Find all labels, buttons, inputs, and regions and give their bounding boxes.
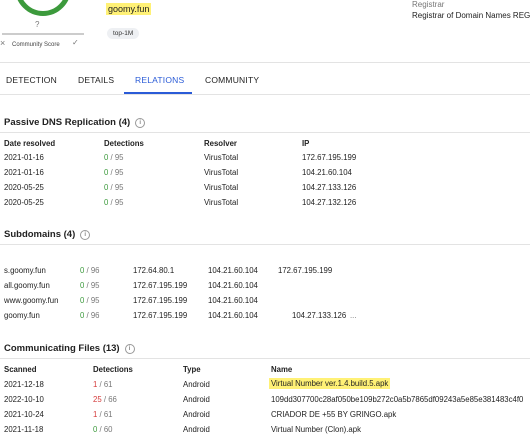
- row-file-link[interactable]: Virtual Number (Clon).apk: [271, 425, 361, 434]
- row-file-link[interactable]: Virtual Number ver.1.4.build.5.apk: [269, 378, 391, 389]
- row-detections: 1 / 61: [93, 410, 113, 419]
- row-date: 2022-10-10: [4, 395, 44, 404]
- row-resolver: VirusTotal: [204, 168, 239, 177]
- subdomain-detections: 0 / 95: [80, 281, 100, 290]
- col-detections: Detections: [93, 365, 133, 374]
- subdomain-detections: 0 / 96: [80, 311, 100, 320]
- registrar-label: Registrar: [412, 0, 445, 9]
- more-ips-button[interactable]: ...: [350, 311, 357, 320]
- col-resolver: Resolver: [204, 139, 237, 148]
- subdomains-title: Subdomains (4) i: [4, 229, 91, 240]
- subdomain-ip[interactable]: 104.21.60.104: [208, 266, 258, 275]
- row-file-link[interactable]: CRIADOR DE +55 BY GRINGO.apk: [271, 410, 396, 419]
- info-icon[interactable]: i: [80, 230, 91, 240]
- tag-top1m[interactable]: top-1M: [107, 28, 140, 39]
- row-type: Android: [183, 410, 210, 419]
- score-label: Community Score: [12, 42, 60, 48]
- col-detections: Detections: [104, 139, 144, 148]
- row-date: 2021-01-16: [4, 153, 44, 162]
- subdomains-section: Subdomains (4) i s.goomy.fun 0 / 96 172.6…: [0, 224, 530, 324]
- registrar-value: Registrar of Domain Names REG: [412, 11, 530, 20]
- subdomain-ip[interactable]: 172.67.195.199: [133, 281, 187, 290]
- row-detections: 0 / 95: [104, 153, 124, 162]
- row-type: Android: [183, 380, 210, 389]
- col-date-resolved: Date resolved: [4, 139, 56, 148]
- row-ip-link[interactable]: 104.27.132.126: [302, 198, 356, 207]
- domain-name-text: goomy.fun: [106, 3, 152, 15]
- row-ip-link[interactable]: 104.21.60.104: [302, 168, 352, 177]
- communicating-files-title: Communicating Files (13) i: [4, 343, 135, 354]
- row-ip-link[interactable]: 172.67.195.199: [302, 153, 356, 162]
- subdomain-detections: 0 / 96: [80, 266, 100, 275]
- score-gauge: [15, 0, 71, 16]
- subdomain-detections: 0 / 95: [80, 296, 100, 305]
- subdomain-ip[interactable]: 104.27.133.126: [292, 311, 346, 320]
- row-date: 2021-10-24: [4, 410, 44, 419]
- subdomain-ip[interactable]: 104.21.60.104: [208, 281, 258, 290]
- communicating-files-section: Communicating Files (13) i Scanned Detect…: [0, 338, 530, 442]
- row-detections: 25 / 66: [93, 395, 117, 404]
- subdomain-ip[interactable]: 172.67.195.199: [278, 266, 332, 275]
- subdomain-ip[interactable]: 172.67.195.199: [133, 311, 187, 320]
- score-value: ?: [35, 20, 40, 29]
- score-bar: [2, 33, 84, 35]
- row-detections: 0 / 95: [104, 183, 124, 192]
- subdomain-link[interactable]: www.goomy.fun: [4, 296, 58, 305]
- subdomain-ip[interactable]: 104.21.60.104: [208, 311, 258, 320]
- tab-relations[interactable]: RELATIONS: [135, 75, 184, 85]
- row-date: 2021-12-18: [4, 380, 44, 389]
- tab-community[interactable]: COMMUNITY: [205, 75, 259, 85]
- row-resolver: VirusTotal: [204, 183, 239, 192]
- row-date: 2021-01-16: [4, 168, 44, 177]
- row-file-link[interactable]: 109dd307700c28af050be109b272c0a5b7865df0…: [271, 395, 530, 404]
- score-down-icon[interactable]: ×: [0, 38, 5, 48]
- info-icon[interactable]: i: [135, 118, 146, 128]
- row-type: Android: [183, 395, 210, 404]
- score-widget: ? × Community Score ✓: [0, 0, 90, 56]
- subdomain-link[interactable]: s.goomy.fun: [4, 266, 46, 275]
- tab-detection[interactable]: DETECTION: [6, 75, 57, 85]
- domain-name: goomy.fun: [106, 3, 152, 15]
- score-up-icon[interactable]: ✓: [72, 38, 79, 47]
- col-ip: IP: [302, 139, 310, 148]
- row-detections: 1 / 61: [93, 380, 113, 389]
- subdomain-ip[interactable]: 172.64.80.1: [133, 266, 174, 275]
- tab-details[interactable]: DETAILS: [78, 75, 114, 85]
- subdomain-ip[interactable]: 172.67.195.199: [133, 296, 187, 305]
- subdomain-link[interactable]: goomy.fun: [4, 311, 40, 320]
- row-ip-link[interactable]: 104.27.133.126: [302, 183, 356, 192]
- row-date: 2020-05-25: [4, 183, 44, 192]
- row-date: 2021-11-18: [4, 425, 44, 434]
- row-detections: 0 / 60: [93, 425, 113, 434]
- col-scanned: Scanned: [4, 365, 37, 374]
- col-type: Type: [183, 365, 201, 374]
- row-date: 2020-05-25: [4, 198, 44, 207]
- row-type: Android: [183, 425, 210, 434]
- row-resolver: VirusTotal: [204, 153, 239, 162]
- passive-dns-title: Passive DNS Replication (4) i: [4, 117, 146, 128]
- col-name: Name: [271, 365, 293, 374]
- info-icon[interactable]: i: [124, 344, 135, 354]
- passive-dns-section: Passive DNS Replication (4) i Date resolv…: [0, 112, 530, 212]
- subdomain-ip[interactable]: 104.21.60.104: [208, 296, 258, 305]
- subdomain-link[interactable]: all.goomy.fun: [4, 281, 50, 290]
- row-resolver: VirusTotal: [204, 198, 239, 207]
- row-detections: 0 / 95: [104, 168, 124, 177]
- row-detections: 0 / 95: [104, 198, 124, 207]
